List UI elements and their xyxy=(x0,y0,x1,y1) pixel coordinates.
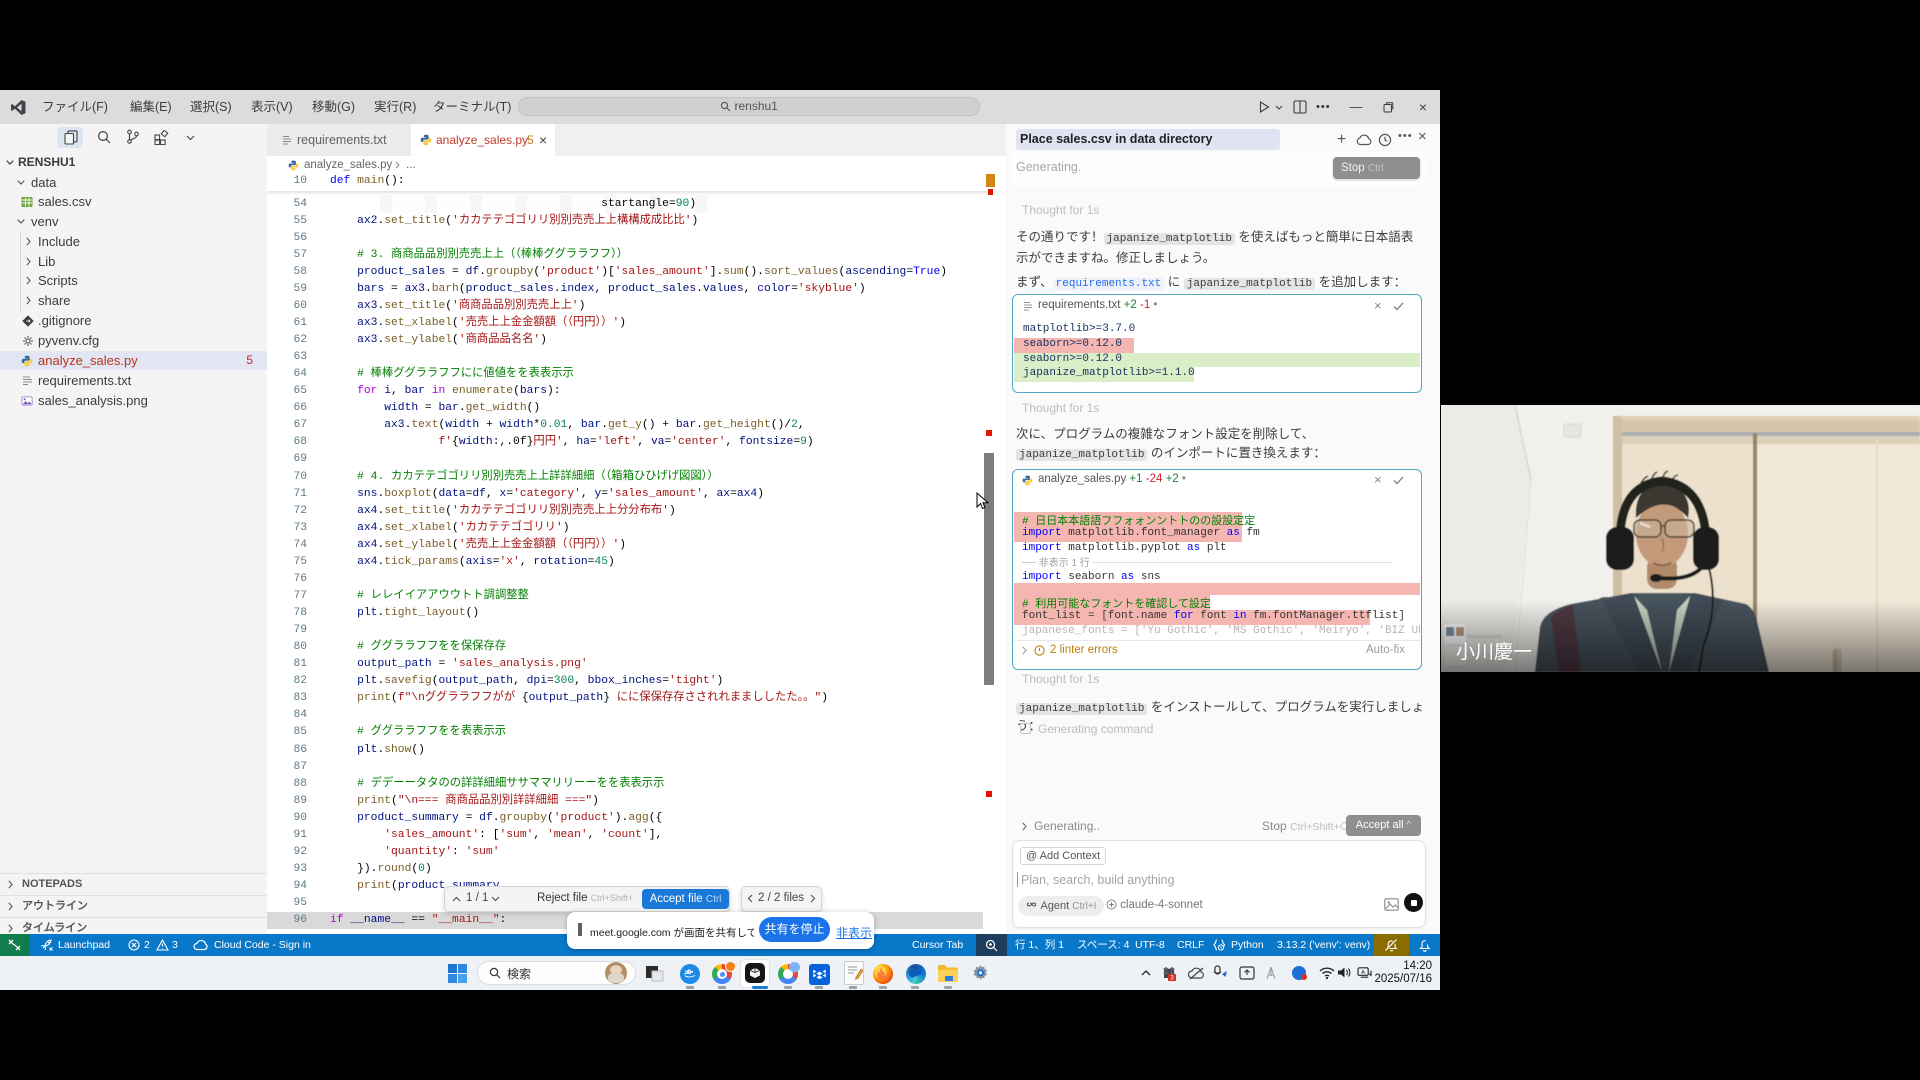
svg-text:小川慶一: 小川慶一 xyxy=(1456,641,1532,663)
svg-text:A: A xyxy=(1361,970,1365,976)
